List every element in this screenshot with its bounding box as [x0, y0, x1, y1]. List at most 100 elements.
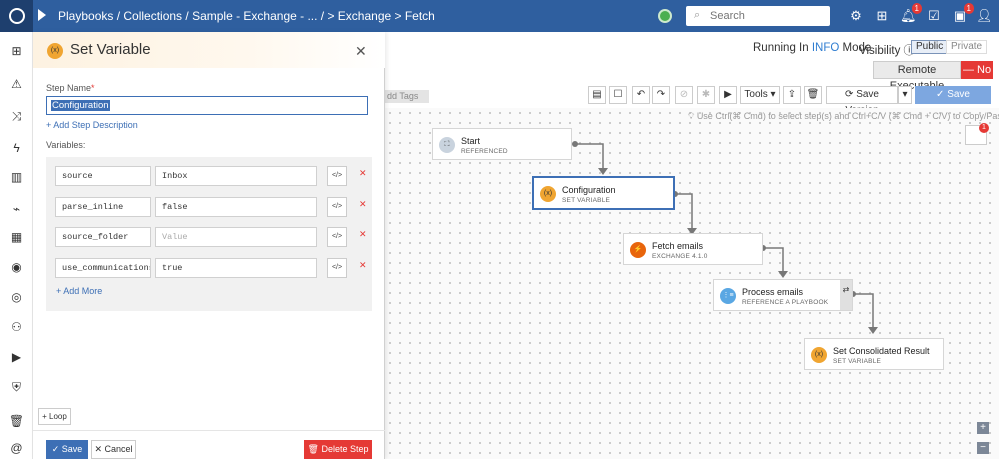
inbox-icon[interactable]: ▣ 1: [952, 3, 974, 24]
bolt-icon[interactable]: ϟ: [0, 141, 33, 155]
incidents-icon[interactable]: ⚠: [0, 77, 33, 91]
trash-icon: 🗑︎: [307, 444, 319, 454]
variable-value-input[interactable]: Inbox: [155, 166, 317, 186]
shield-icon[interactable]: ⛨: [0, 380, 33, 395]
delete-step-button[interactable]: 🗑︎ Delete Step: [304, 440, 372, 459]
running-mode-value: INFO: [811, 42, 840, 54]
apps-icon[interactable]: ▦: [0, 230, 33, 244]
search-input[interactable]: [710, 8, 820, 24]
remove-variable-icon[interactable]: ✕: [359, 199, 367, 210]
search-box[interactable]: ⌕: [686, 6, 830, 26]
code-icon[interactable]: </>: [327, 258, 347, 278]
playbooks-icon[interactable]: ▶: [0, 350, 33, 364]
set-variable-panel: (x) Set Variable ✕ Step Name* Configurat…: [33, 32, 385, 459]
variable-row: source Inbox </> ✕: [55, 166, 367, 186]
remote-executable-label: Remote Executable: [873, 61, 961, 92]
running-mode: Running In INFO Mode: [753, 42, 872, 54]
message-badge: 1: [963, 3, 974, 14]
status-icon: [658, 9, 672, 23]
expand-icon[interactable]: [38, 9, 46, 21]
variables-label: Variables:: [46, 140, 86, 150]
top-bar: Playbooks / Collections / Sample - Excha…: [0, 0, 999, 32]
add-step-description-link[interactable]: + Add Step Description: [46, 120, 138, 130]
run-icon[interactable]: ▶: [719, 86, 737, 104]
variable-icon: (x): [811, 347, 827, 363]
select-icon[interactable]: ☐: [609, 86, 627, 104]
save-button[interactable]: ✓ Save: [46, 440, 88, 459]
remote-executable-toggle[interactable]: — No: [961, 61, 993, 79]
variable-icon: (x): [47, 43, 63, 59]
logo-icon: [8, 8, 25, 24]
left-nav: ⊞ ⚠ ⤨ ϟ ▥ ⌁ ▦ ◉ ◎ ⚇ ▶ ⛨ 🗑︎ @: [0, 32, 33, 459]
clipboard-check-icon[interactable]: ☑: [926, 8, 942, 24]
save-version-button[interactable]: ⟳ Save Version: [826, 86, 898, 116]
tools-dropdown[interactable]: Tools ▾: [740, 86, 780, 104]
step-name-input[interactable]: Configuration: [46, 96, 368, 115]
export-icon[interactable]: ⇪: [783, 86, 801, 104]
gear-icon[interactable]: ⚙: [848, 8, 864, 24]
start-icon: ⛶: [439, 137, 455, 153]
visibility-label: Visibility ⓘ: [859, 45, 916, 57]
undo-icon[interactable]: ↶: [632, 86, 650, 104]
loop-icon[interactable]: ⇄: [840, 280, 852, 310]
target-icon[interactable]: ◎: [0, 290, 33, 304]
cancel-button[interactable]: ✕ Cancel: [91, 440, 136, 459]
variable-value-input[interactable]: false: [155, 197, 317, 217]
remove-variable-icon[interactable]: ✕: [359, 168, 367, 179]
node-configuration[interactable]: (x) Configuration SET VARIABLE: [532, 176, 675, 210]
hierarchy-icon[interactable]: ⊞: [874, 8, 890, 24]
book-icon[interactable]: ▥: [0, 170, 33, 184]
variable-value-input[interactable]: true: [155, 258, 317, 278]
users-icon[interactable]: ⚇: [0, 320, 33, 334]
node-fetch-emails[interactable]: ⚡ Fetch emails EXCHANGE 4.1.0: [623, 233, 763, 265]
visibility-public-button[interactable]: Public: [911, 40, 949, 54]
variable-value-input[interactable]: Value: [155, 227, 317, 247]
breadcrumb[interactable]: Playbooks / Collections / Sample - Excha…: [58, 9, 435, 23]
add-more-link[interactable]: + Add More: [56, 286, 102, 296]
variable-row: parse_inline false </> ✕: [55, 197, 367, 217]
notification-badge: 1: [911, 3, 922, 14]
variable-key-input[interactable]: source_folder: [55, 227, 151, 247]
visibility-private-button[interactable]: Private: [946, 40, 988, 54]
panel-title: Set Variable: [70, 41, 151, 58]
save-version-dropdown[interactable]: ▾: [898, 86, 912, 104]
redo-icon[interactable]: ↷: [652, 86, 670, 104]
trash-icon[interactable]: 🗑︎: [0, 414, 33, 428]
variable-key-input[interactable]: use_communications: [55, 258, 151, 278]
notes-icon[interactable]: ▤: [588, 86, 606, 104]
search-icon: ⌕: [694, 9, 701, 21]
at-icon[interactable]: @: [0, 441, 33, 455]
user-icon[interactable]: 👤︎: [976, 8, 993, 24]
loop-button[interactable]: + Loop: [38, 408, 71, 425]
node-process-emails[interactable]: ⋮≡ Process emails REFERENCE A PLAYBOOK ⇄: [713, 279, 853, 311]
link-icon[interactable]: ⊘: [675, 86, 693, 104]
bell-icon[interactable]: 🔔︎ 1: [900, 3, 922, 24]
close-icon[interactable]: ✕: [355, 43, 367, 60]
variables-list: source Inbox </> ✕ parse_inline false </…: [46, 157, 372, 311]
code-icon[interactable]: </>: [327, 166, 347, 186]
connector-lines: [572, 141, 878, 334]
variable-key-input[interactable]: source: [55, 166, 151, 186]
shuffle-icon[interactable]: ⤨: [0, 109, 33, 124]
connector-icon: ⚡: [630, 242, 646, 258]
panel-divider: [33, 430, 385, 431]
code-icon[interactable]: </>: [327, 197, 347, 217]
delete-icon[interactable]: 🗑︎: [804, 86, 822, 104]
dashboard-icon[interactable]: ⊞: [0, 44, 33, 58]
radar-icon[interactable]: ◉: [0, 260, 33, 274]
step-name-label: Step Name*: [46, 83, 95, 93]
remove-variable-icon[interactable]: ✕: [359, 260, 367, 271]
node-start[interactable]: ⛶ Start REFERENCED: [432, 128, 572, 160]
variable-row: use_communications true </> ✕: [55, 258, 367, 278]
app-logo[interactable]: [0, 0, 33, 32]
chart-icon[interactable]: ⌁: [0, 202, 33, 216]
debug-icon[interactable]: ✱: [697, 86, 715, 104]
variable-row: source_folder Value </> ✕: [55, 227, 367, 247]
save-playbook-button[interactable]: ✓ Save Playbook: [915, 86, 991, 118]
variable-key-input[interactable]: parse_inline: [55, 197, 151, 217]
add-tags-button[interactable]: dd Tags: [385, 90, 429, 103]
node-set-consolidated-result[interactable]: (x) Set Consolidated Result SET VARIABLE: [804, 338, 944, 370]
remove-variable-icon[interactable]: ✕: [359, 229, 367, 240]
code-icon[interactable]: </>: [327, 227, 347, 247]
playbook-ref-icon: ⋮≡: [720, 288, 736, 304]
